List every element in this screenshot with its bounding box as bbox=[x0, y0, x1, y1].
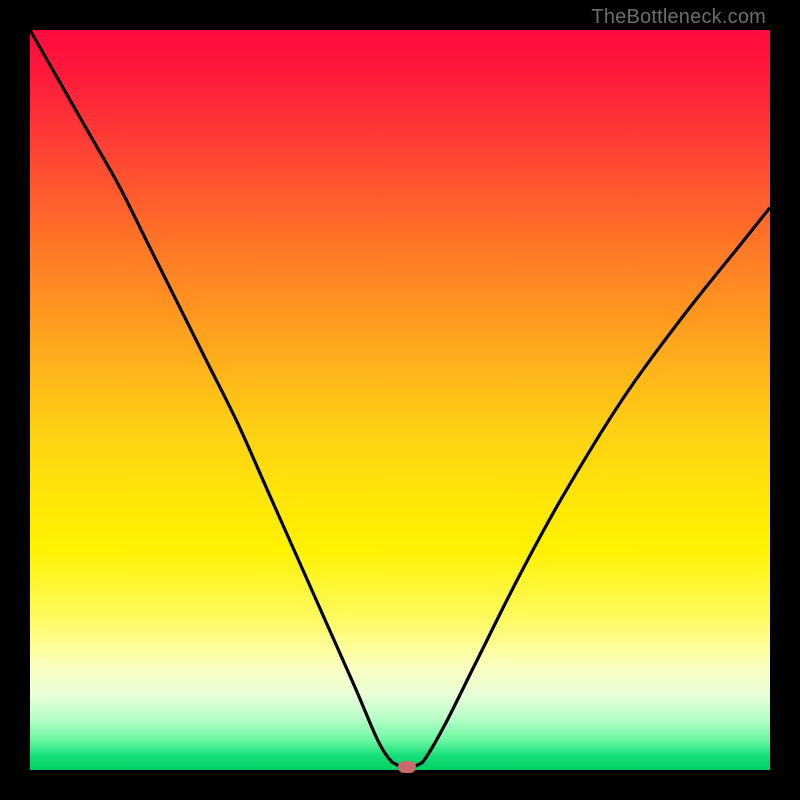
optimum-marker bbox=[398, 761, 416, 773]
plot-area bbox=[30, 30, 770, 770]
bottleneck-curve bbox=[30, 30, 770, 770]
chart-frame: TheBottleneck.com bbox=[0, 0, 800, 800]
curve-path bbox=[30, 30, 770, 770]
watermark-text: TheBottleneck.com bbox=[591, 6, 766, 29]
